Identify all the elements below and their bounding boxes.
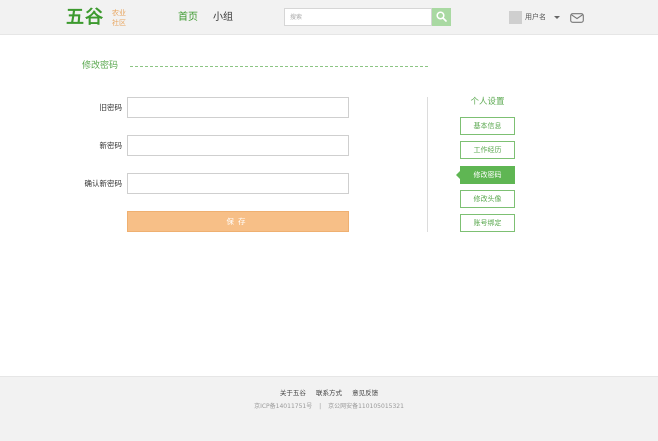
- confirm-password-label: 确认新密码: [84, 179, 123, 188]
- confirm-password-field[interactable]: [127, 173, 349, 194]
- avatar[interactable]: [509, 11, 522, 24]
- footer-registration: 京ICP备14011751号 | 京公网安备110105015321: [0, 402, 658, 412]
- vertical-divider: [427, 97, 428, 232]
- search-box: [284, 8, 432, 26]
- icp-number[interactable]: 京ICP备14011751号: [254, 403, 312, 410]
- logo-text: 五谷: [66, 7, 104, 28]
- search-button[interactable]: [432, 8, 451, 26]
- username[interactable]: 用户名: [525, 12, 546, 23]
- sidebar-item-change-avatar[interactable]: 修改头像: [460, 190, 515, 208]
- search-icon: [436, 11, 447, 22]
- footer-link-contact[interactable]: 联系方式: [316, 389, 342, 397]
- sidebar-item-work-experience[interactable]: 工作经历: [460, 141, 515, 159]
- footer: 关于五谷 联系方式 意见反馈 京ICP备14011751号 | 京公网安备110…: [0, 376, 658, 441]
- page-title: 修改密码: [82, 61, 119, 71]
- save-button[interactable]: 保存: [127, 211, 349, 232]
- search-input[interactable]: [285, 9, 431, 25]
- old-password-field[interactable]: [127, 97, 349, 118]
- logo-subtitle: 农业 社区: [112, 8, 132, 28]
- mail-icon[interactable]: [570, 13, 584, 23]
- sidebar-item-basic-info[interactable]: 基本信息: [460, 117, 515, 135]
- sidebar-item-account-binding[interactable]: 账号绑定: [460, 214, 515, 232]
- title-divider: [130, 66, 428, 67]
- nav-home[interactable]: 首页: [178, 11, 198, 25]
- logo-subtitle-line2: 社区: [112, 19, 126, 27]
- top-header: 五谷 农业 社区 首页 小组 用户名: [0, 0, 658, 35]
- old-password-label: 旧密码: [99, 103, 123, 112]
- logo-subtitle-line1: 农业: [112, 9, 126, 17]
- new-password-field[interactable]: [127, 135, 349, 156]
- footer-separator: |: [319, 403, 322, 410]
- footer-link-about[interactable]: 关于五谷: [280, 389, 306, 397]
- footer-links: 关于五谷 联系方式 意见反馈: [0, 388, 658, 398]
- footer-link-feedback[interactable]: 意见反馈: [352, 389, 378, 397]
- sidebar-item-change-password[interactable]: 修改密码: [460, 166, 515, 184]
- police-number[interactable]: 京公网安备110105015321: [328, 403, 404, 410]
- nav-group[interactable]: 小组: [213, 11, 233, 25]
- chevron-down-icon[interactable]: [554, 16, 560, 19]
- sidebar-title: 个人设置: [470, 97, 505, 107]
- new-password-label: 新密码: [99, 141, 123, 150]
